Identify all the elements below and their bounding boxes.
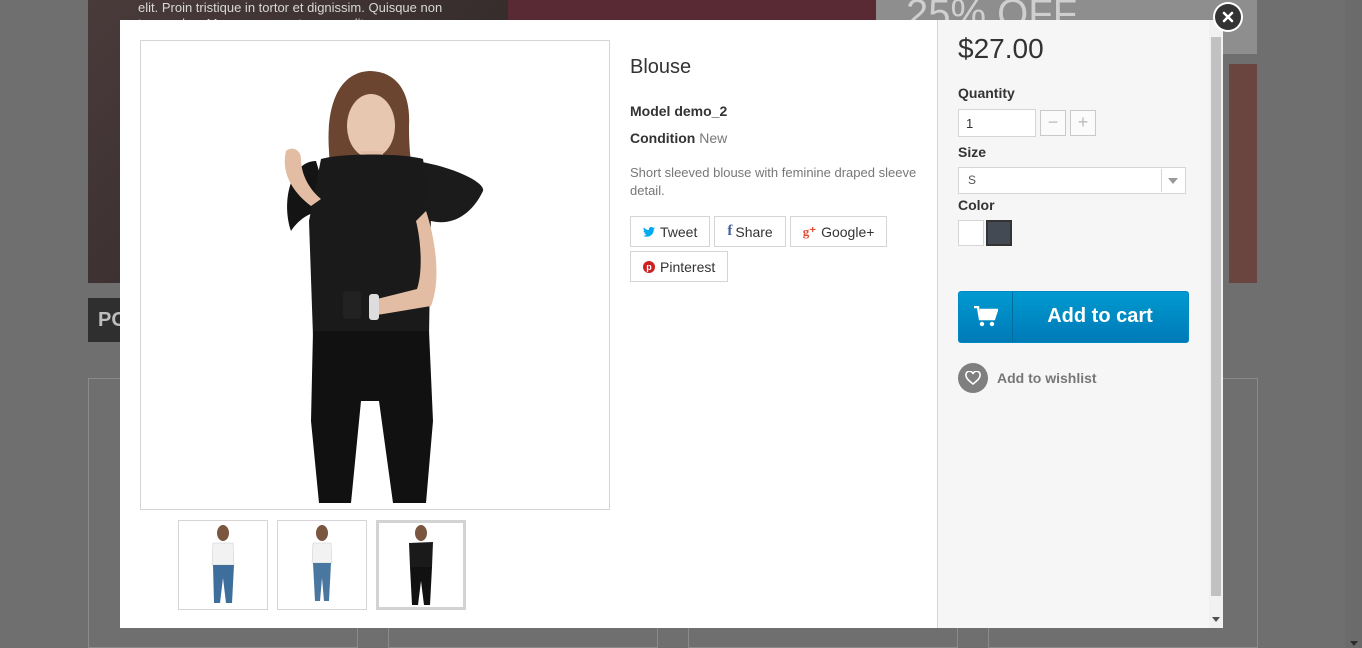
tweet-button[interactable]: Tweet [630, 216, 711, 247]
quantity-label: Quantity [958, 85, 1015, 101]
heart-shape [965, 371, 981, 385]
thumbnail-photo [409, 525, 433, 605]
product-info: Blouse Model demo_2 Condition New Short … [630, 56, 930, 282]
size-label: Size [958, 144, 987, 160]
product-thumbnail[interactable] [277, 520, 367, 610]
product-description: Short sleeved blouse with feminine drape… [630, 165, 917, 198]
google-plus-label: Google+ [821, 223, 875, 240]
x-glyph [1222, 11, 1234, 23]
page-scrollbar[interactable] [1345, 0, 1362, 648]
background-tab: PO [88, 298, 120, 342]
condition-value: New [699, 130, 728, 146]
product-title: Blouse [630, 56, 692, 78]
scroll-down-arrow-icon[interactable] [1212, 617, 1220, 622]
plus-icon: + [1077, 112, 1089, 132]
cart-icon-box [959, 292, 1013, 342]
model-value: demo_2 [674, 103, 728, 119]
modal-scrollbar[interactable] [1209, 20, 1223, 628]
share-label: Share [735, 223, 773, 240]
condition-label: Condition [630, 130, 696, 146]
color-label: Color [958, 197, 995, 213]
chevron-down-icon [1161, 169, 1184, 192]
cart-icon [973, 306, 998, 327]
add-to-cart-button[interactable]: Add to cart [958, 291, 1189, 343]
scroll-down-arrow-icon[interactable] [1350, 641, 1358, 646]
background-banner [508, 0, 876, 20]
social-share-buttons: Tweet f Share g⁺ Google+ p Pinterest [630, 216, 930, 282]
modal-scrollbar-thumb[interactable] [1211, 37, 1221, 596]
minus-icon: − [1047, 112, 1059, 132]
pinterest-icon: p [643, 260, 655, 273]
size-selected-value: S [968, 173, 977, 187]
pinterest-label: Pinterest [660, 258, 716, 275]
product-photo [284, 71, 484, 503]
google-plus-button[interactable]: g⁺ Google+ [789, 216, 888, 247]
thumbnail-photo [311, 525, 333, 601]
add-to-wishlist-button[interactable]: Add to wishlist [958, 363, 1097, 393]
heart-icon [958, 363, 988, 393]
buy-box: $27.00 Quantity − + Size S Color [937, 20, 1223, 628]
close-icon [1215, 4, 1241, 30]
quantity-decrease-button[interactable]: − [1040, 110, 1066, 136]
pinterest-button[interactable]: p Pinterest [630, 251, 729, 282]
quick-view-modal: Blouse Model demo_2 Condition New Short … [120, 20, 1223, 628]
color-swatch-white[interactable] [958, 220, 984, 246]
product-price: $27.00 [958, 33, 1044, 64]
product-main-image[interactable] [140, 40, 610, 510]
product-thumbnail[interactable] [178, 520, 268, 610]
add-to-wishlist-label: Add to wishlist [997, 370, 1097, 386]
close-modal-button[interactable] [1213, 2, 1243, 32]
twitter-icon [643, 226, 655, 237]
google-plus-icon: g⁺ [802, 223, 817, 239]
add-to-cart-label: Add to cart [1047, 305, 1153, 327]
product-thumbnails [178, 520, 466, 610]
product-condition: Condition New [630, 130, 930, 146]
model-label: Model [630, 103, 671, 119]
size-select[interactable]: S [958, 167, 1186, 194]
facebook-icon: f [727, 223, 733, 239]
quantity-input[interactable] [958, 109, 1036, 137]
thumbnail-photo [211, 525, 235, 603]
color-swatch-dark-grey[interactable] [986, 220, 1012, 246]
product-model: Model demo_2 [630, 103, 930, 119]
product-thumbnail-active[interactable] [376, 520, 466, 610]
svg-text:p: p [646, 262, 652, 272]
quantity-increase-button[interactable]: + [1070, 110, 1096, 136]
tweet-label: Tweet [660, 223, 698, 240]
background-side-banner [1229, 64, 1257, 283]
facebook-share-button[interactable]: f Share [714, 216, 786, 247]
